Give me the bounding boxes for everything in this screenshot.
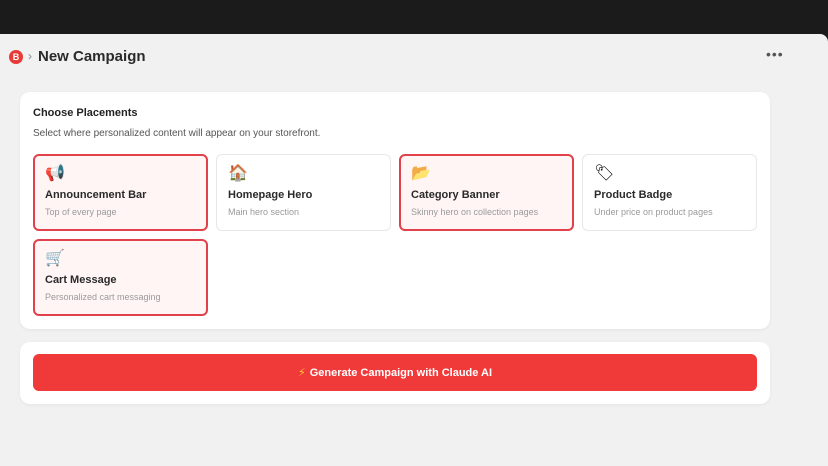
app-window: B › New Campaign ••• Choose Placements S… xyxy=(0,34,828,466)
placement-product-badge[interactable]: 🏷 Product Badge Under price on product p… xyxy=(582,154,757,231)
placement-description: Skinny hero on collection pages xyxy=(411,207,539,217)
megaphone-icon: 📢 xyxy=(45,163,65,182)
placement-name: Product Badge xyxy=(594,189,673,201)
placement-name: Announcement Bar xyxy=(45,189,147,201)
tag-icon: 🏷 xyxy=(594,163,615,182)
generate-campaign-button[interactable]: ⚡ Generate Campaign with Claude AI xyxy=(33,354,757,391)
placements-card: Choose Placements Select where personali… xyxy=(20,92,770,329)
placement-name: Homepage Hero xyxy=(228,189,313,201)
placement-homepage-hero[interactable]: 🏠 Homepage Hero Main hero section xyxy=(216,154,391,231)
placement-announcement-bar[interactable]: 📢 Announcement Bar Top of every page xyxy=(33,154,208,231)
placement-name: Category Banner xyxy=(411,189,500,201)
placements-subtitle: Select where personalized content will a… xyxy=(33,128,321,139)
page-header: B › New Campaign ••• xyxy=(0,34,828,80)
page-title: New Campaign xyxy=(38,48,146,65)
generate-button-label: Generate Campaign with Claude AI xyxy=(309,366,493,379)
placement-description: Main hero section xyxy=(228,207,300,217)
placement-category-banner[interactable]: 📂 Category Banner Skinny hero on collect… xyxy=(399,154,574,231)
placement-description: Personalized cart messaging xyxy=(45,292,161,302)
folder-icon: 📂 xyxy=(411,163,431,182)
breadcrumb-separator-icon: › xyxy=(28,49,32,63)
more-options-icon[interactable]: ••• xyxy=(766,46,784,62)
generate-card: ⚡ Generate Campaign with Claude AI xyxy=(20,342,770,404)
lightning-icon: ⚡ xyxy=(297,366,306,379)
placements-title: Choose Placements xyxy=(33,107,138,119)
placement-description: Under price on product pages xyxy=(594,207,713,217)
os-top-bar xyxy=(0,0,828,34)
app-logo-icon[interactable]: B xyxy=(9,50,23,64)
house-icon: 🏠 xyxy=(228,163,248,182)
placement-name: Cart Message xyxy=(45,274,117,286)
cart-icon: 🛒 xyxy=(45,248,65,267)
placement-description: Top of every page xyxy=(45,207,117,217)
placement-cart-message[interactable]: 🛒 Cart Message Personalized cart messagi… xyxy=(33,239,208,316)
